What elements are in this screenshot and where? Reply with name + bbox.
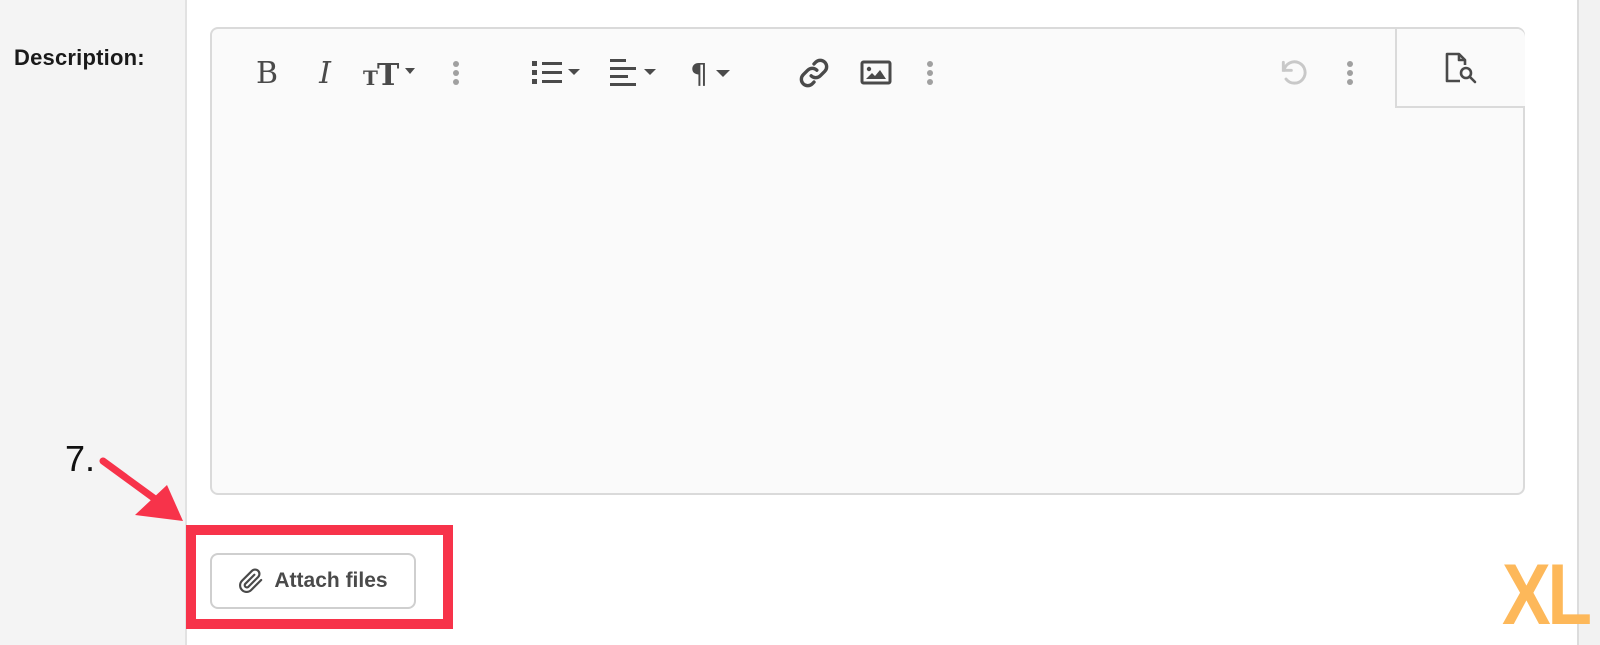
undo-button[interactable] [1276,53,1312,93]
link-icon [799,58,829,88]
insert-link-button[interactable] [796,53,832,93]
text-size-icon: T T [363,58,415,89]
bold-icon: B [255,55,279,91]
bold-button[interactable]: B [250,53,284,93]
more-insert-options-button[interactable] [922,53,938,93]
preview-document-icon [1445,52,1477,83]
bulleted-list-button[interactable] [530,53,586,93]
more-vertical-icon [927,61,933,85]
more-history-options-button[interactable] [1342,53,1358,93]
bulleted-list-icon [532,61,580,84]
chevron-down-icon [715,70,730,77]
more-vertical-icon [1347,61,1353,85]
form-label-column: Description: [0,0,187,645]
annotation-step-label: 7. [65,438,96,479]
image-icon [860,60,892,85]
annotation-highlight-box [186,525,453,629]
description-label: Description: [14,45,145,70]
align-left-icon [610,59,656,86]
more-vertical-icon [453,61,459,85]
watermark-logo: XL [1502,547,1592,643]
insert-image-button[interactable] [858,53,894,93]
italic-button[interactable]: I [310,53,340,93]
paragraph-format-button[interactable]: ¶ [684,53,738,93]
svg-text:T: T [377,58,400,89]
editor-toolbar: B I T T ¶ [212,29,1396,117]
text-size-button[interactable]: T T [360,53,422,93]
undo-icon [1281,60,1307,85]
align-button[interactable] [608,53,662,93]
svg-text:T: T [363,66,378,89]
more-text-options-button[interactable] [448,53,464,93]
description-editor[interactable]: B I T T ¶ [210,27,1525,495]
italic-icon: I [319,55,331,91]
annotation-arrow-icon [99,457,183,521]
preview-button[interactable] [1395,29,1525,108]
paragraph-icon: ¶ [690,56,708,90]
